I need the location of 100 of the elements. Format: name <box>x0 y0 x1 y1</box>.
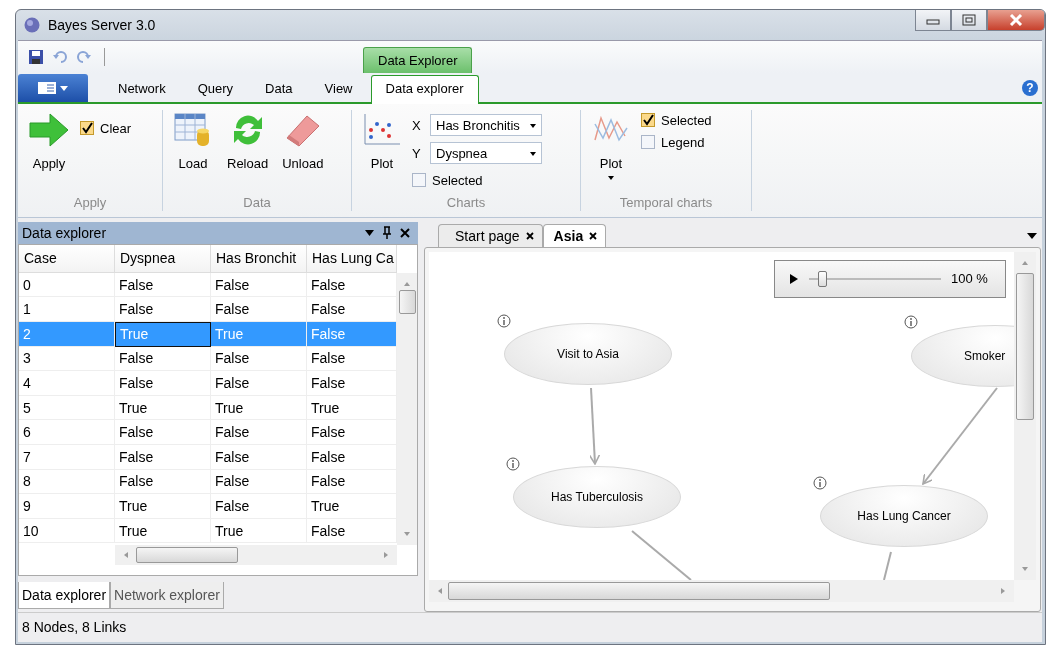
option-checkbox[interactable]: Legend <box>641 132 712 153</box>
checkmark-icon <box>642 114 654 127</box>
table-row[interactable]: 6 False False False <box>19 420 397 445</box>
redo-icon[interactable] <box>76 49 92 66</box>
close-button[interactable] <box>987 10 1045 31</box>
axis-dropdown[interactable]: Dyspnea <box>430 142 542 165</box>
dropdown-icon[interactable] <box>1027 232 1037 239</box>
table-row[interactable]: 5 True True True <box>19 395 397 421</box>
table-cell: False <box>211 272 307 298</box>
ribbon-tab[interactable]: Data <box>251 76 307 103</box>
apply-button[interactable]: Apply <box>24 110 74 195</box>
ribbon-tab[interactable]: Query <box>183 76 248 103</box>
vertical-scrollbar[interactable] <box>397 272 417 545</box>
dropdown-icon[interactable] <box>365 229 374 236</box>
edge-line <box>883 550 892 580</box>
table-cell: 2 <box>19 322 115 347</box>
load-button[interactable]: Load <box>169 110 217 195</box>
table-cell: False <box>211 420 307 445</box>
app-icon <box>24 17 40 34</box>
table-cell: True <box>211 518 307 544</box>
axis-label: X <box>412 117 422 133</box>
save-icon[interactable] <box>28 49 44 66</box>
plot-dropdown-button[interactable]: Plot <box>587 110 635 195</box>
network-node[interactable]: Visit to Asia <box>504 322 672 385</box>
close-icon[interactable] <box>400 227 410 238</box>
horizontal-scrollbar[interactable] <box>429 579 1014 602</box>
table-cell: False <box>115 272 211 298</box>
info-icon[interactable] <box>813 475 827 490</box>
group-label: Charts <box>445 194 487 211</box>
close-icon <box>1009 14 1023 26</box>
panel-tab[interactable]: Data explorer <box>18 581 111 609</box>
document-tab[interactable]: Asia <box>542 223 607 247</box>
panel-tab[interactable]: Network explorer <box>110 581 224 609</box>
table-cell: 3 <box>19 346 115 372</box>
document-tab[interactable]: Start page <box>438 223 543 247</box>
table-cell: True <box>211 395 307 421</box>
ribbon-tab[interactable]: Data explorer <box>370 75 479 105</box>
table-cell: True <box>115 395 211 421</box>
column-header[interactable]: Has Bronchit <box>211 244 307 273</box>
table-cell: False <box>211 494 307 519</box>
table-cell: False <box>115 445 211 470</box>
table-cell: 9 <box>19 494 115 519</box>
table-cell: False <box>115 346 211 372</box>
column-header[interactable]: Has Lung Ca <box>307 244 397 273</box>
network-node[interactable]: Smoker <box>911 324 1014 387</box>
table-cell: 8 <box>19 469 115 495</box>
table-cell: 10 <box>19 518 115 544</box>
table-cell: True <box>115 322 211 347</box>
info-icon[interactable] <box>904 314 918 329</box>
table-cell: False <box>211 371 307 396</box>
option-checkbox[interactable]: Selected <box>641 110 712 131</box>
info-icon[interactable] <box>497 313 511 328</box>
table-row[interactable]: 8 False False False <box>19 469 397 495</box>
selected-checkbox[interactable]: Selected <box>412 170 542 191</box>
maximize-icon <box>962 14 976 26</box>
table-cell: 0 <box>19 272 115 298</box>
table-cell: 6 <box>19 420 115 445</box>
zoom-percentage: 100 % <box>951 271 988 287</box>
ribbon-tab[interactable]: Network <box>104 76 180 103</box>
table-row[interactable]: 0 False False False <box>19 272 397 298</box>
info-icon[interactable] <box>506 456 520 471</box>
panel-title: Data explorer <box>22 224 107 241</box>
contextual-tab-label: Data Explorer <box>363 47 473 74</box>
maximize-button[interactable] <box>951 10 987 31</box>
close-icon[interactable] <box>525 231 534 240</box>
table-cell: 4 <box>19 371 115 396</box>
ribbon-tab[interactable]: View <box>310 76 367 103</box>
column-header[interactable]: Case <box>19 244 115 273</box>
vertical-scrollbar[interactable] <box>1014 251 1036 580</box>
table-cell: False <box>211 469 307 495</box>
application-menu-button[interactable] <box>18 74 88 103</box>
table-cell: False <box>115 297 211 323</box>
checkmark-icon <box>81 122 93 135</box>
table-row[interactable]: 7 False False False <box>19 445 397 470</box>
axis-label: Y <box>412 145 422 161</box>
reload-button[interactable]: Reload <box>223 110 273 195</box>
unload-button[interactable]: Unload <box>278 110 328 195</box>
network-node[interactable]: Has Tuberculosis <box>513 465 681 528</box>
column-header[interactable]: Dyspnea <box>115 244 211 273</box>
network-node[interactable]: Has Lung Cancer <box>820 484 988 547</box>
play-button[interactable] <box>789 272 799 285</box>
table-cell: False <box>115 420 211 445</box>
close-icon[interactable] <box>589 231 598 240</box>
table-row[interactable]: 4 False False False <box>19 371 397 396</box>
table-row[interactable]: 9 True False True <box>19 494 397 519</box>
status-bar: 8 Nodes, 8 Links <box>18 611 1042 642</box>
help-button[interactable]: ? <box>1022 80 1038 97</box>
pin-icon[interactable] <box>382 226 392 240</box>
axis-dropdown[interactable]: Has Bronchitis <box>430 114 542 137</box>
undo-icon[interactable] <box>52 49 68 66</box>
table-cell: 5 <box>19 395 115 421</box>
table-row[interactable]: 10 True True False <box>19 518 397 544</box>
plot-button[interactable]: Plot <box>358 110 406 195</box>
minimize-button[interactable] <box>915 10 951 31</box>
group-label: Temporal charts <box>618 194 714 211</box>
table-row[interactable]: 3 False False False <box>19 346 397 372</box>
horizontal-scrollbar[interactable] <box>115 544 397 565</box>
menu-icon <box>36 81 70 96</box>
edge-line <box>631 529 692 580</box>
clear-checkbox[interactable]: Clear <box>80 118 132 139</box>
